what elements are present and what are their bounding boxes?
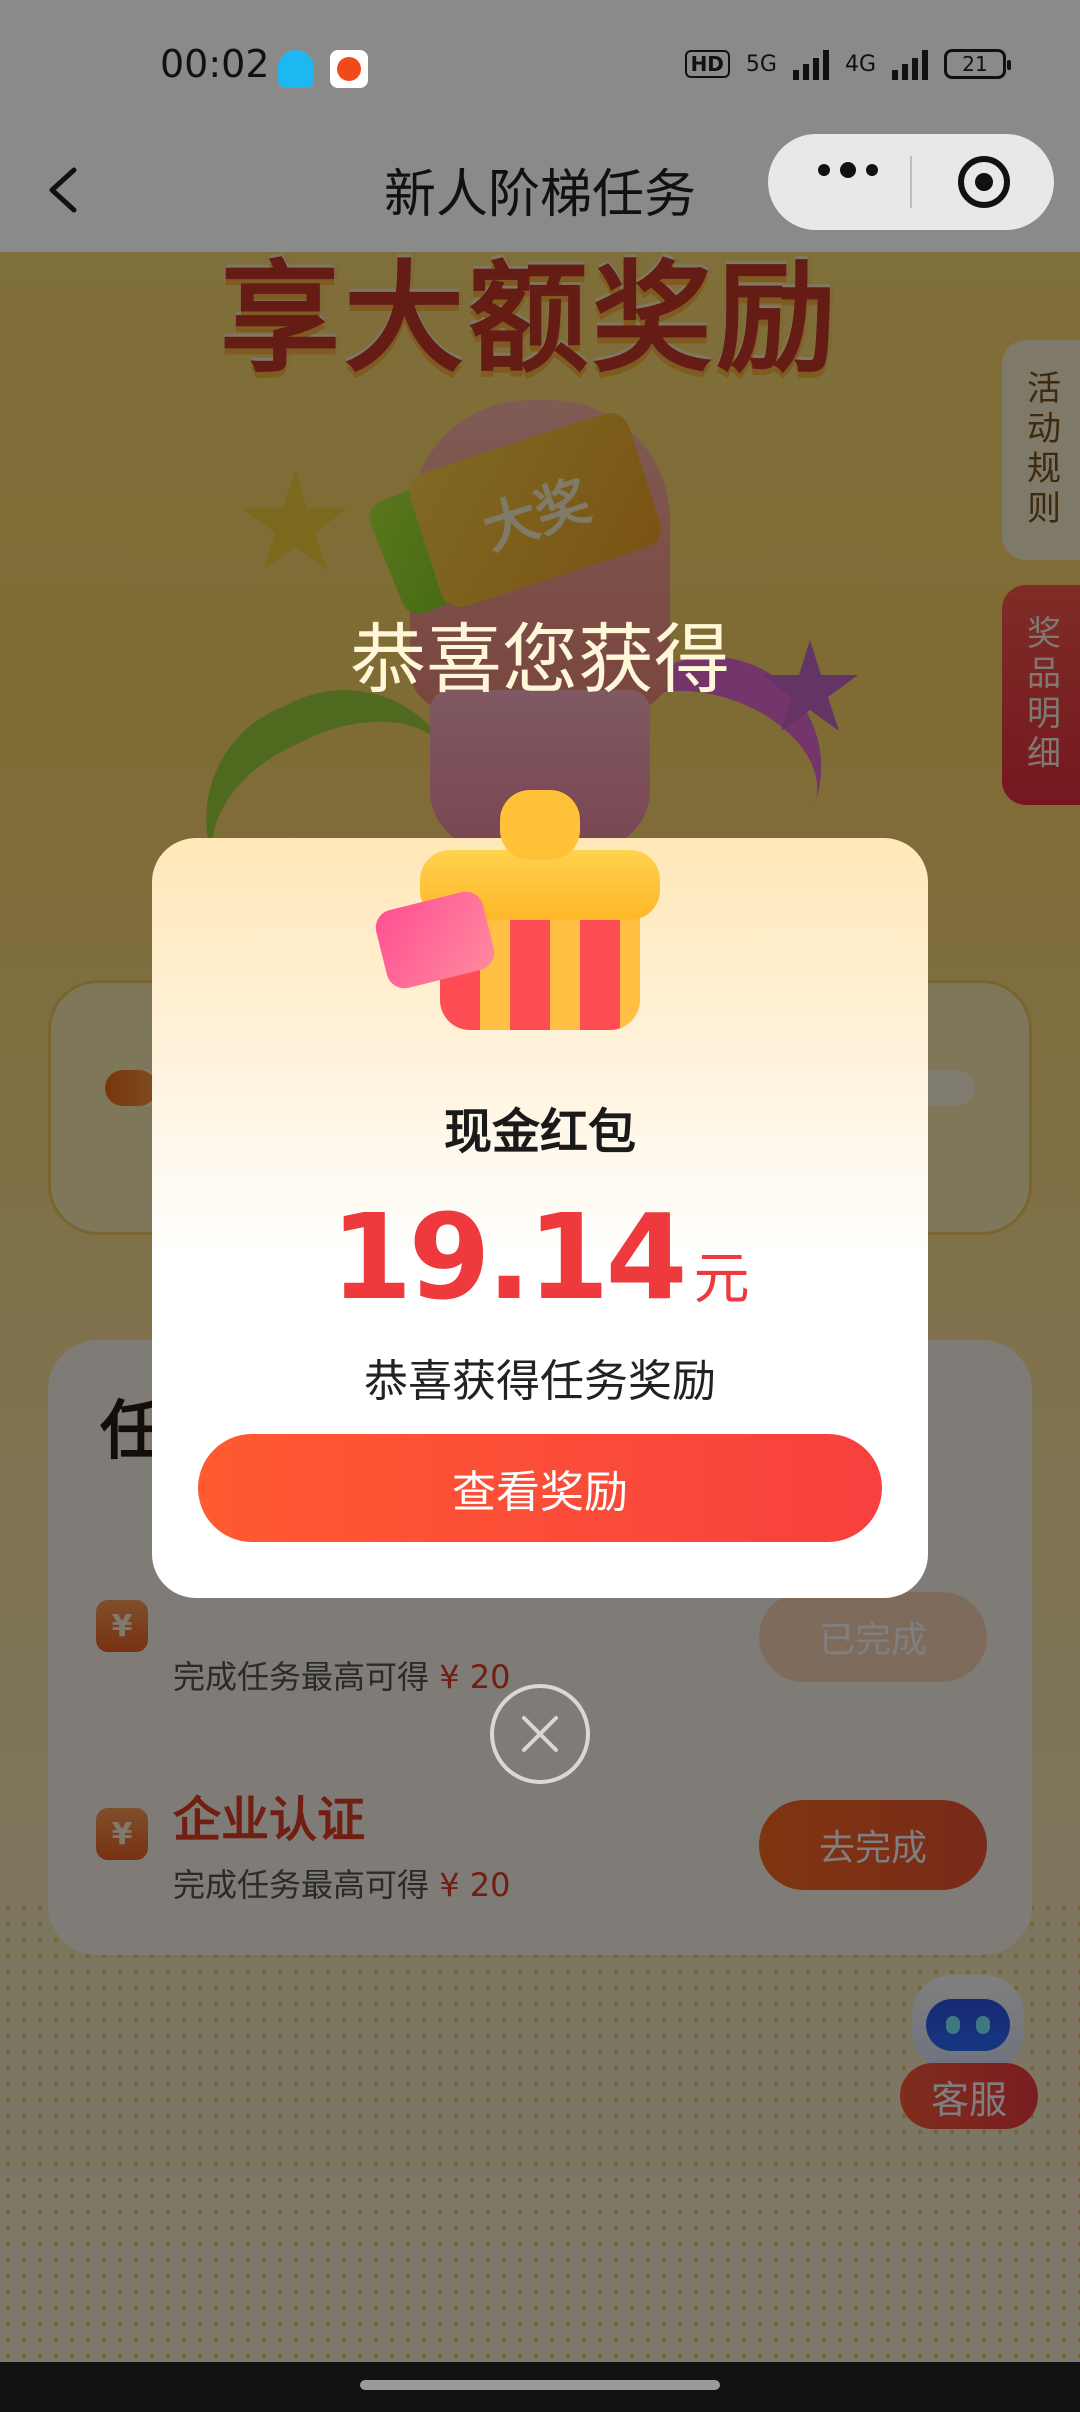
qq-icon [278, 50, 314, 88]
status-bar: 00:02 HD 5G 4G 21 [0, 0, 1080, 130]
status-time: 00:02 [160, 42, 270, 86]
more-dots-icon[interactable] [818, 162, 878, 178]
prize-description: 恭喜获得任务奖励 [364, 1356, 716, 1407]
target-icon[interactable] [958, 156, 1010, 208]
status-icons: HD 5G 4G 21 [684, 48, 1011, 80]
battery-icon: 21 [944, 49, 1011, 79]
app-notification-icon [330, 50, 368, 88]
nav-bar: 新人阶梯任务 [0, 130, 1080, 252]
gift-bow [500, 790, 580, 860]
signal-icon [792, 48, 829, 80]
close-icon [522, 1716, 558, 1752]
gift-box-icon [371, 790, 680, 1050]
hd-icon: HD [684, 50, 730, 78]
home-indicator[interactable] [360, 2380, 720, 2390]
view-reward-button[interactable]: 查看奖励 [198, 1434, 882, 1542]
prize-amount-unit: 元 [693, 1247, 750, 1312]
close-dialog-button[interactable] [490, 1684, 590, 1784]
network-5g-label: 5G [745, 51, 777, 77]
network-4g-label: 4G [844, 51, 876, 77]
signal-icon [892, 48, 928, 80]
capsule-divider [910, 156, 912, 208]
miniprogram-capsule [768, 134, 1054, 230]
battery-level: 21 [962, 52, 988, 76]
dialog-congrats-title: 恭喜您获得 [350, 615, 730, 704]
prize-amount: 19.14 元 [152, 1188, 928, 1326]
prize-amount-value: 19.14 [330, 1188, 687, 1326]
prize-name: 现金红包 [443, 1104, 636, 1160]
